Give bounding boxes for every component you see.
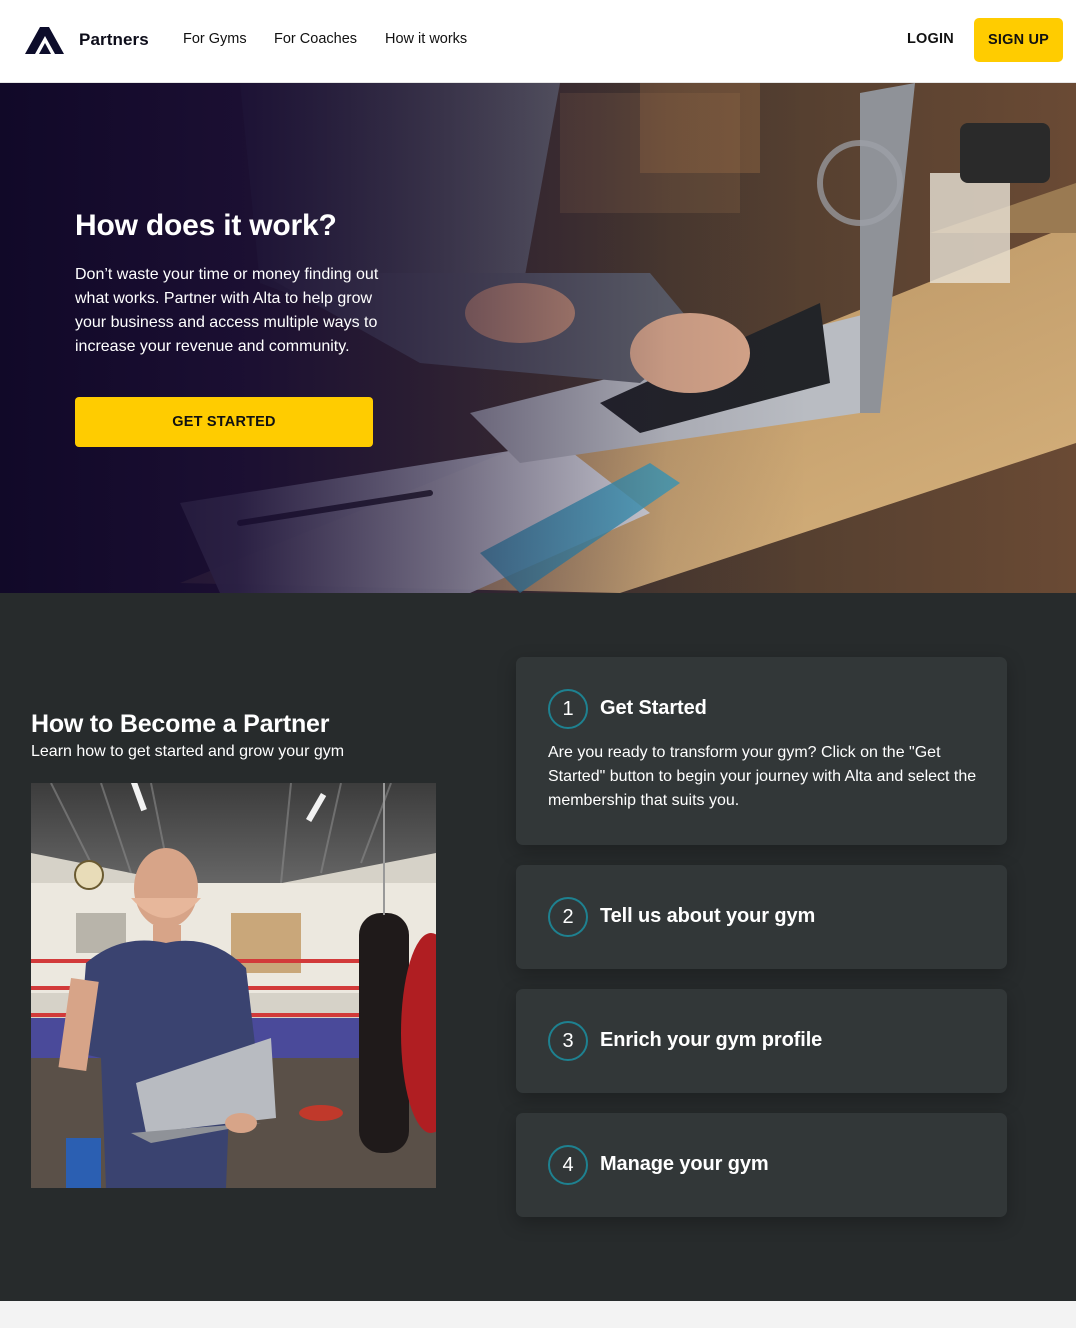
hero-description: Don’t waste your time or money finding o…: [75, 266, 379, 355]
gym-owner-photo: [31, 783, 436, 1188]
alta-logo-icon[interactable]: [25, 25, 65, 55]
step-card-manage-your-gym[interactable]: 4 Manage your gym: [516, 1113, 1007, 1217]
hero-section: How does it work? Don’t waste your time …: [0, 83, 1076, 593]
brand-name[interactable]: Partners: [79, 30, 149, 50]
step-card-tell-us-about-your-gym[interactable]: 2 Tell us about your gym: [516, 865, 1007, 969]
nav-for-gyms[interactable]: For Gyms: [183, 31, 247, 47]
signup-button[interactable]: SIGN UP: [974, 18, 1063, 62]
step-number-badge: 3: [548, 1021, 588, 1061]
step-title: Manage your gym: [600, 1153, 769, 1175]
footer-strip: [0, 1301, 1076, 1328]
hero-title: How does it work?: [75, 209, 337, 242]
step-title: Tell us about your gym: [600, 905, 816, 927]
step-card-get-started[interactable]: 1 Get Started Are you ready to transform…: [516, 657, 1007, 845]
nav-for-coaches[interactable]: For Coaches: [274, 31, 357, 47]
step-card-enrich-your-gym-profile[interactable]: 3 Enrich your gym profile: [516, 989, 1007, 1093]
site-header: Partners For Gyms For Coaches How it wor…: [0, 0, 1076, 83]
step-number-badge: 1: [548, 689, 588, 729]
section-subtitle: Learn how to get started and grow your g…: [31, 743, 345, 760]
step-title: Enrich your gym profile: [600, 1029, 823, 1051]
step-title: Get Started: [600, 697, 707, 719]
nav-how-it-works[interactable]: How it works: [385, 31, 467, 47]
section-title: How to Become a Partner: [31, 710, 330, 738]
step-number-badge: 4: [548, 1145, 588, 1185]
get-started-button[interactable]: GET STARTED: [75, 397, 373, 447]
login-link[interactable]: LOGIN: [907, 31, 954, 47]
step-description: Are you ready to transform your gym? Cli…: [548, 744, 977, 809]
become-partner-section: How to Become a Partner Learn how to get…: [0, 593, 1076, 1301]
step-number-badge: 2: [548, 897, 588, 937]
